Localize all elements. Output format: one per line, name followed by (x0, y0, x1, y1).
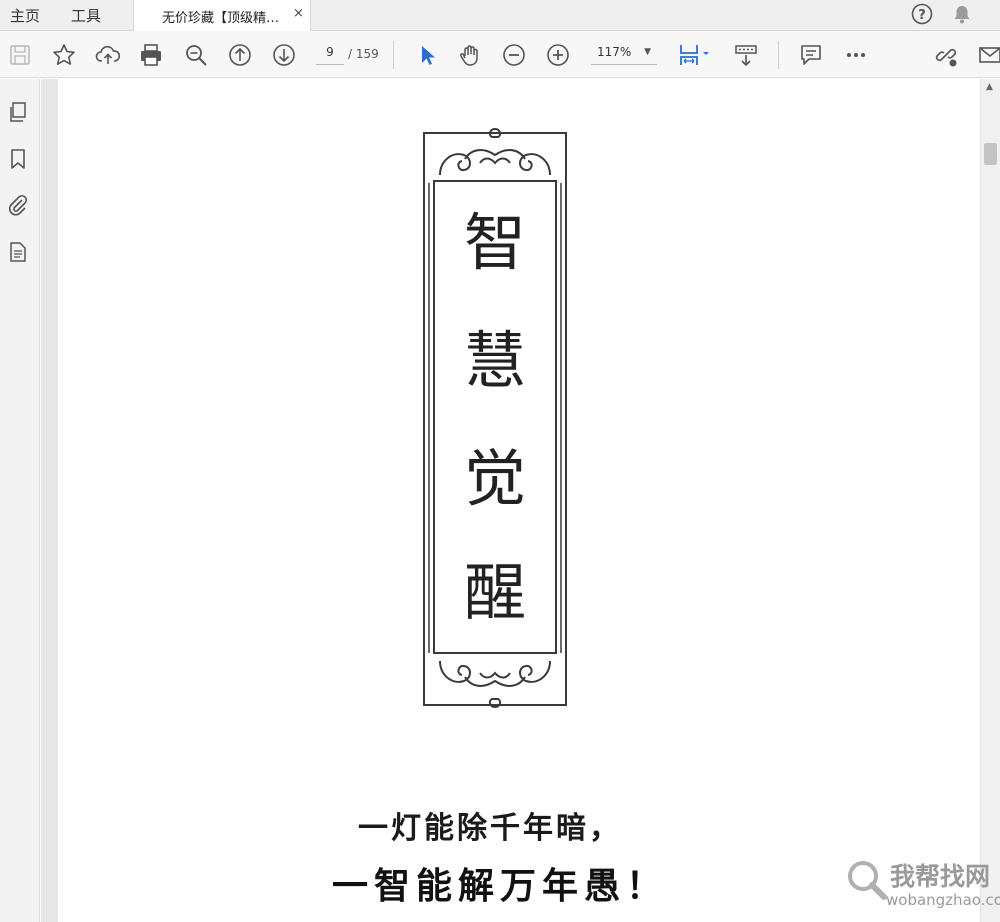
vertical-title-char-1: 智 (463, 206, 526, 279)
document-tab-title: 无价珍藏【顶级精… (162, 11, 280, 26)
toolbar-divider (393, 41, 394, 69)
email-icon[interactable] (977, 42, 1000, 68)
scroll-up-icon[interactable]: ▲ (986, 82, 993, 92)
close-tab-icon[interactable]: × (293, 6, 304, 21)
scroll-mode-icon[interactable] (733, 42, 759, 68)
select-cursor-icon[interactable] (414, 42, 440, 68)
document-line-1: 一灯能除千年暗， (358, 811, 622, 846)
share-link-icon[interactable] (933, 42, 959, 68)
watermark-en: wobangzhao.com (886, 891, 1000, 909)
tab-document[interactable]: 无价珍藏【顶级精… × (133, 0, 311, 32)
tab-bar: 主页 工具 无价珍藏【顶级精… × ? (0, 0, 1000, 32)
magnifier-logo-icon (848, 861, 887, 900)
zoom-out-icon[interactable] (501, 42, 527, 68)
bookmark-star-icon[interactable] (51, 42, 77, 68)
cloud-upload-icon[interactable] (95, 42, 121, 68)
notification-bell-icon[interactable] (951, 3, 973, 29)
toolbar: 9 / 159 117% ▼ (0, 31, 1000, 78)
next-page-icon[interactable] (271, 42, 297, 68)
left-navigation-rail (0, 79, 40, 922)
page-total: / 159 (348, 47, 379, 61)
zoom-in-icon[interactable] (545, 42, 571, 68)
site-watermark: 我帮找网 wobangzhao.com (840, 855, 1000, 922)
print-icon[interactable] (138, 42, 164, 68)
svg-text:?: ? (918, 8, 926, 23)
document-line-2: 一智能解万年愚！ (331, 865, 668, 907)
vertical-scrollbar[interactable]: ▲ (980, 79, 1000, 922)
fit-page-icon[interactable] (677, 42, 713, 68)
vertical-title-char-2: 慧 (463, 324, 526, 397)
watermark-cn: 我帮找网 (890, 862, 991, 891)
tab-tools[interactable]: 工具 (71, 5, 101, 26)
tab-home[interactable]: 主页 (10, 5, 40, 26)
zoom-select[interactable]: 117% ▼ (591, 45, 657, 65)
save-icon[interactable] (7, 42, 33, 68)
comment-icon[interactable] (798, 42, 824, 68)
document-properties-icon[interactable] (7, 241, 29, 263)
hand-tool-icon[interactable] (457, 42, 483, 68)
prev-page-icon[interactable] (227, 42, 253, 68)
zoom-value: 117% (597, 45, 632, 59)
help-icon[interactable]: ? (910, 2, 934, 30)
bookmarks-icon[interactable] (7, 148, 29, 170)
zoom-search-icon[interactable] (183, 42, 209, 68)
attachment-icon[interactable] (7, 194, 29, 216)
chevron-down-icon: ▼ (644, 47, 651, 57)
page-thumbnails-icon[interactable] (7, 101, 29, 123)
toolbar-divider (778, 41, 779, 69)
vertical-title-char-3: 觉 (463, 442, 526, 515)
page-number-input[interactable]: 9 (316, 45, 344, 65)
scrollbar-thumb[interactable] (984, 143, 997, 165)
vertical-title-char-4: 醒 (463, 556, 526, 629)
more-icon[interactable] (843, 42, 869, 68)
